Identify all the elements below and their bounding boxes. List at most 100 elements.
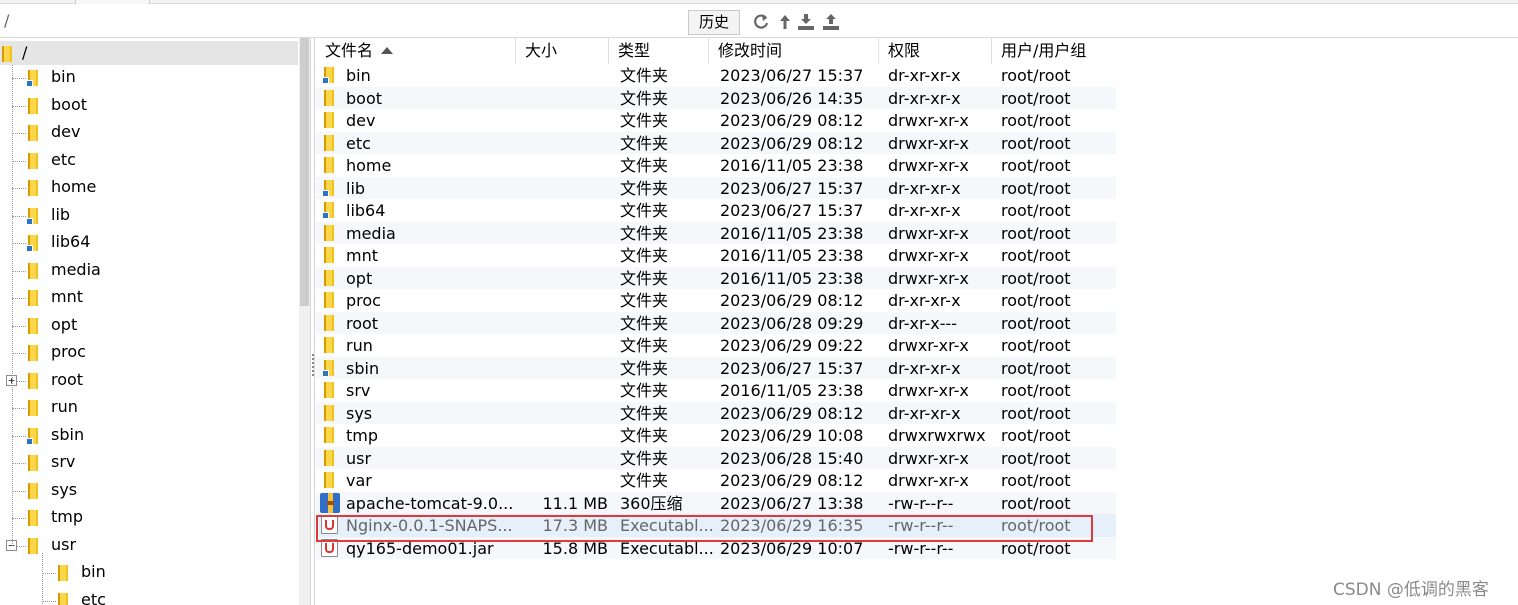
tree-item-tmp[interactable]: tmp bbox=[0, 505, 280, 531]
cell-perm: drwxr-xr-x bbox=[888, 156, 969, 175]
file-row[interactable]: boot 文件夹 2023/06/26 14:35 dr-xr-xr-x root/ro… bbox=[316, 86, 1116, 109]
up-arrow-icon[interactable] bbox=[776, 13, 794, 31]
pane-splitter[interactable] bbox=[310, 38, 315, 605]
refresh-icon[interactable] bbox=[752, 13, 770, 31]
column-size-label: 大小 bbox=[525, 41, 558, 60]
tree-item-sys[interactable]: sys bbox=[0, 478, 280, 504]
cell-owner: root/root bbox=[1001, 358, 1071, 378]
tree-connector bbox=[12, 160, 26, 162]
file-row[interactable]: opt 文件夹 2016/11/05 23:38 drwxr-xr-x root/roo… bbox=[316, 266, 1116, 289]
file-row[interactable]: var 文件夹 2023/06/29 08:12 drwxr-xr-x root/roo… bbox=[316, 469, 1116, 492]
tree-item-opt[interactable]: opt bbox=[0, 313, 280, 339]
folder-icon bbox=[28, 290, 42, 306]
tree-item-bin[interactable]: bin bbox=[0, 65, 280, 91]
file-row[interactable]: tmp 文件夹 2023/06/29 10:08 drwxrwxrwx root/roo… bbox=[316, 424, 1116, 447]
download-icon[interactable] bbox=[797, 13, 815, 31]
tree-item-srv[interactable]: srv bbox=[0, 450, 280, 476]
column-header-name[interactable]: 文件名 bbox=[316, 38, 516, 64]
cell-name: media bbox=[346, 223, 396, 243]
file-row[interactable]: sys 文件夹 2023/06/29 08:12 dr-xr-xr-x root/roo… bbox=[316, 401, 1116, 424]
tab-strip bbox=[0, 0, 1518, 4]
file-row[interactable]: bin 文件夹 2023/06/27 15:37 dr-xr-xr-x root/roo… bbox=[316, 64, 1116, 87]
tree-connector bbox=[12, 78, 26, 79]
cell-owner: root/root bbox=[1001, 313, 1071, 333]
tree-item-proc[interactable]: proc bbox=[0, 340, 280, 366]
tree-trunk bbox=[12, 65, 13, 546]
tree-item-dev[interactable]: dev bbox=[0, 120, 280, 146]
file-row[interactable]: lib64 文件夹 2023/06/27 15:37 dr-xr-xr-x root/r… bbox=[316, 199, 1116, 222]
folder-icon bbox=[324, 89, 338, 106]
cell-type: 360压缩 bbox=[620, 493, 683, 513]
cell-perm: dr-xr-xr-x bbox=[888, 88, 961, 108]
file-row[interactable]: srv 文件夹 2016/11/05 23:38 drwxr-xr-x root/roo… bbox=[316, 379, 1116, 402]
cell-perm: drwxr-xr-x bbox=[888, 246, 969, 265]
cell-mtime: 2023/06/29 08:12 bbox=[720, 403, 864, 423]
cell-type: 文件夹 bbox=[620, 88, 669, 108]
tree-item-root[interactable]: + root bbox=[0, 368, 280, 394]
tree-item-label: sbin bbox=[51, 424, 85, 444]
file-row[interactable]: usr 文件夹 2023/06/28 15:40 drwxr-xr-x root/roo… bbox=[316, 446, 1116, 469]
file-row[interactable]: sbin 文件夹 2023/06/27 15:37 dr-xr-xr-x root/ro… bbox=[316, 356, 1116, 379]
tree-connector bbox=[12, 243, 26, 244]
tree-item-etc[interactable]: etc bbox=[0, 148, 280, 174]
tree-item-label: dev bbox=[51, 122, 81, 141]
directory-tree: / bin boot dev etc home lib lib64 media mnt opt pr… bbox=[0, 38, 298, 605]
column-header-owner[interactable]: 用户/用户组 bbox=[992, 38, 1116, 64]
file-row[interactable]: proc 文件夹 2023/06/29 08:12 dr-xr-xr-x root/ro… bbox=[316, 289, 1116, 312]
cell-size bbox=[516, 290, 608, 311]
cell-perm: dr-xr-xr-x bbox=[888, 66, 961, 85]
tree-scrollbar-thumb[interactable] bbox=[300, 38, 309, 306]
file-row[interactable]: apache-tomcat-9.0.... 11.1 MB 360压缩 2023/06… bbox=[316, 491, 1116, 514]
file-row[interactable]: mnt 文件夹 2016/11/05 23:38 drwxr-xr-x root/roo… bbox=[316, 244, 1116, 267]
folder-icon bbox=[324, 247, 338, 263]
column-header-size[interactable]: 大小 bbox=[516, 38, 609, 64]
tree-connector bbox=[12, 325, 26, 327]
tree-connector bbox=[12, 408, 26, 409]
cell-type: 文件夹 bbox=[620, 156, 669, 175]
folder-icon bbox=[324, 134, 338, 151]
tree-root-label: / bbox=[22, 43, 28, 62]
file-row[interactable]: dev 文件夹 2023/06/29 08:12 drwxr-xr-x root/roo… bbox=[316, 109, 1116, 132]
tree-item-lib64[interactable]: lib64 bbox=[0, 230, 280, 256]
tree-item-media[interactable]: media bbox=[0, 258, 280, 284]
cell-size: 11.1 MB bbox=[542, 493, 609, 513]
cell-owner: root/root bbox=[1001, 246, 1071, 265]
cell-owner: root/root bbox=[1001, 426, 1071, 445]
tree-item-mnt[interactable]: mnt bbox=[0, 285, 280, 311]
path-input[interactable]: / bbox=[4, 11, 9, 30]
folder-icon bbox=[324, 314, 338, 331]
tree-item-label: tmp bbox=[51, 507, 84, 526]
tree-item-label: srv bbox=[51, 452, 76, 471]
cell-size bbox=[516, 335, 608, 356]
column-header-mtime[interactable]: 修改时间 bbox=[709, 38, 879, 64]
path-bar: / 历史 bbox=[0, 5, 1518, 38]
tree-item-lib[interactable]: lib bbox=[0, 203, 280, 229]
tree-item-boot[interactable]: boot bbox=[0, 93, 280, 119]
tab-edge[interactable] bbox=[75, 0, 150, 4]
tree-item-label: sys bbox=[51, 479, 78, 499]
tree-scrollbar[interactable] bbox=[299, 38, 310, 605]
file-row[interactable]: lib 文件夹 2023/06/27 15:37 dr-xr-xr-x root/roo… bbox=[316, 176, 1116, 199]
tree-item-home[interactable]: home bbox=[0, 175, 280, 201]
cell-type: 文件夹 bbox=[620, 471, 669, 490]
tree-item-sbin[interactable]: sbin bbox=[0, 423, 280, 449]
tree-root-item[interactable]: / bbox=[0, 41, 298, 65]
cell-size bbox=[516, 245, 608, 266]
file-row[interactable]: etc 文件夹 2023/06/29 08:12 drwxr-xr-x root/roo… bbox=[316, 131, 1116, 154]
folder-icon bbox=[28, 345, 42, 361]
tree-item-label: mnt bbox=[51, 287, 83, 306]
cell-name: dev bbox=[346, 111, 376, 130]
column-header-permissions[interactable]: 权限 bbox=[879, 38, 992, 64]
history-button[interactable]: 历史 bbox=[688, 10, 740, 35]
tree-connector bbox=[12, 188, 26, 189]
archive-icon bbox=[320, 492, 340, 513]
file-row[interactable]: root 文件夹 2023/06/28 09:29 dr-xr-x--- root/ro… bbox=[316, 311, 1116, 334]
file-row[interactable]: run 文件夹 2023/06/29 09:22 drwxr-xr-x root/roo… bbox=[316, 334, 1116, 357]
file-row[interactable]: media 文件夹 2016/11/05 23:38 drwxr-xr-x root/r… bbox=[316, 221, 1116, 244]
upload-icon[interactable] bbox=[822, 13, 840, 31]
cell-size bbox=[516, 358, 608, 379]
tree-item-label: etc bbox=[81, 589, 106, 605]
tree-item-run[interactable]: run bbox=[0, 395, 280, 421]
column-header-type[interactable]: 类型 bbox=[609, 38, 709, 64]
file-row[interactable]: home 文件夹 2016/11/05 23:38 drwxr-xr-x root/ro… bbox=[316, 154, 1116, 177]
